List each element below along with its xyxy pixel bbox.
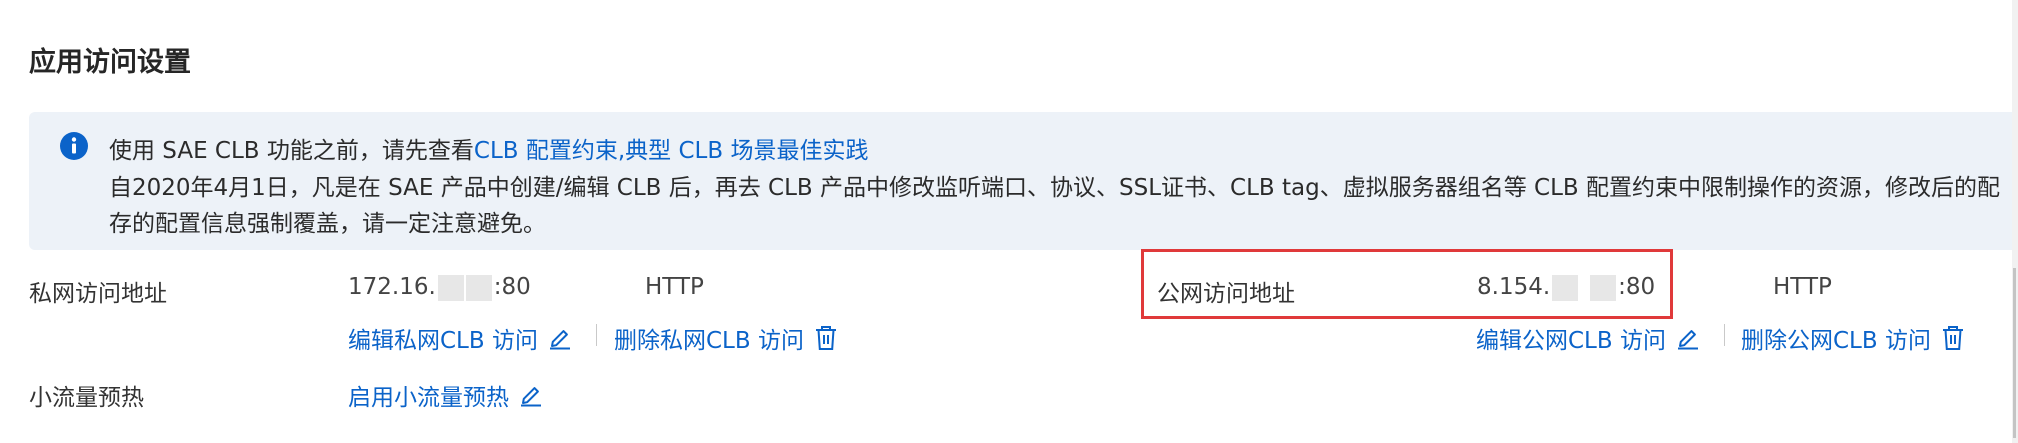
action-divider xyxy=(596,324,597,346)
enable-warmup-label: 启用小流量预热 xyxy=(348,385,509,411)
delete-private-clb-label: 删除私网CLB 访问 xyxy=(614,328,804,354)
notice-box: 使用 SAE CLB 功能之前，请先查看CLB 配置约束,典型 CLB 场景最佳… xyxy=(29,112,2018,250)
edit-public-clb-button[interactable]: 编辑公网CLB 访问 xyxy=(1476,321,1700,355)
private-access-address: 172.16. :80 xyxy=(348,274,531,301)
redacted-mask xyxy=(465,274,492,301)
edit-private-clb-button[interactable]: 编辑私网CLB 访问 xyxy=(348,321,572,355)
notice-line-3: 存的配置信息强制覆盖，请一定注意避免。 xyxy=(109,211,546,237)
private-access-protocol: HTTP xyxy=(645,274,704,300)
redacted-mask xyxy=(1590,274,1617,301)
redacted-mask xyxy=(1552,274,1579,301)
notice-line-1: 使用 SAE CLB 功能之前，请先查看CLB 配置约束,典型 CLB 场景最佳… xyxy=(109,131,868,165)
info-icon xyxy=(60,132,88,160)
private-address-prefix: 172.16. xyxy=(348,274,436,300)
public-access-protocol: HTTP xyxy=(1773,274,1832,300)
warmup-label: 小流量预热 xyxy=(29,385,144,411)
redacted-mask xyxy=(437,274,464,301)
edit-public-clb-label: 编辑公网CLB 访问 xyxy=(1476,328,1666,354)
edit-icon xyxy=(521,387,541,407)
notice-line-2: 自2020年4月1日，凡是在 SAE 产品中创建/编辑 CLB 后，再去 CLB… xyxy=(109,175,2000,201)
delete-public-clb-label: 删除公网CLB 访问 xyxy=(1741,328,1931,354)
private-address-port: :80 xyxy=(493,274,531,300)
scrollbar-thumb[interactable] xyxy=(2013,268,2016,438)
notice-line-1-text: 使用 SAE CLB 功能之前，请先查看 xyxy=(109,138,474,164)
trash-icon xyxy=(1942,326,1963,350)
edit-private-clb-label: 编辑私网CLB 访问 xyxy=(348,328,538,354)
clb-best-practice-link[interactable]: 典型 CLB 场景最佳实践 xyxy=(625,138,868,164)
delete-public-clb-button[interactable]: 删除公网CLB 访问 xyxy=(1741,321,1965,355)
edit-icon xyxy=(1677,330,1698,350)
delete-private-clb-button[interactable]: 删除私网CLB 访问 xyxy=(614,321,838,355)
section-title: 应用访问设置 xyxy=(29,47,191,78)
public-access-label: 公网访问地址 xyxy=(1157,281,1295,307)
action-divider xyxy=(1724,324,1725,346)
private-access-label: 私网访问地址 xyxy=(29,281,167,307)
clb-constraints-link[interactable]: CLB 配置约束 xyxy=(474,138,618,164)
public-address-prefix: 8.154. xyxy=(1477,274,1551,300)
public-address-port: :80 xyxy=(1618,274,1656,300)
trash-icon xyxy=(815,326,836,350)
public-access-address: 8.154. :80 xyxy=(1477,274,1655,301)
enable-warmup-button[interactable]: 启用小流量预热 xyxy=(348,378,543,412)
edit-icon xyxy=(549,330,570,350)
app-access-settings-page: 应用访问设置 使用 SAE CLB 功能之前，请先查看CLB 配置约束,典型 C… xyxy=(0,0,2018,443)
